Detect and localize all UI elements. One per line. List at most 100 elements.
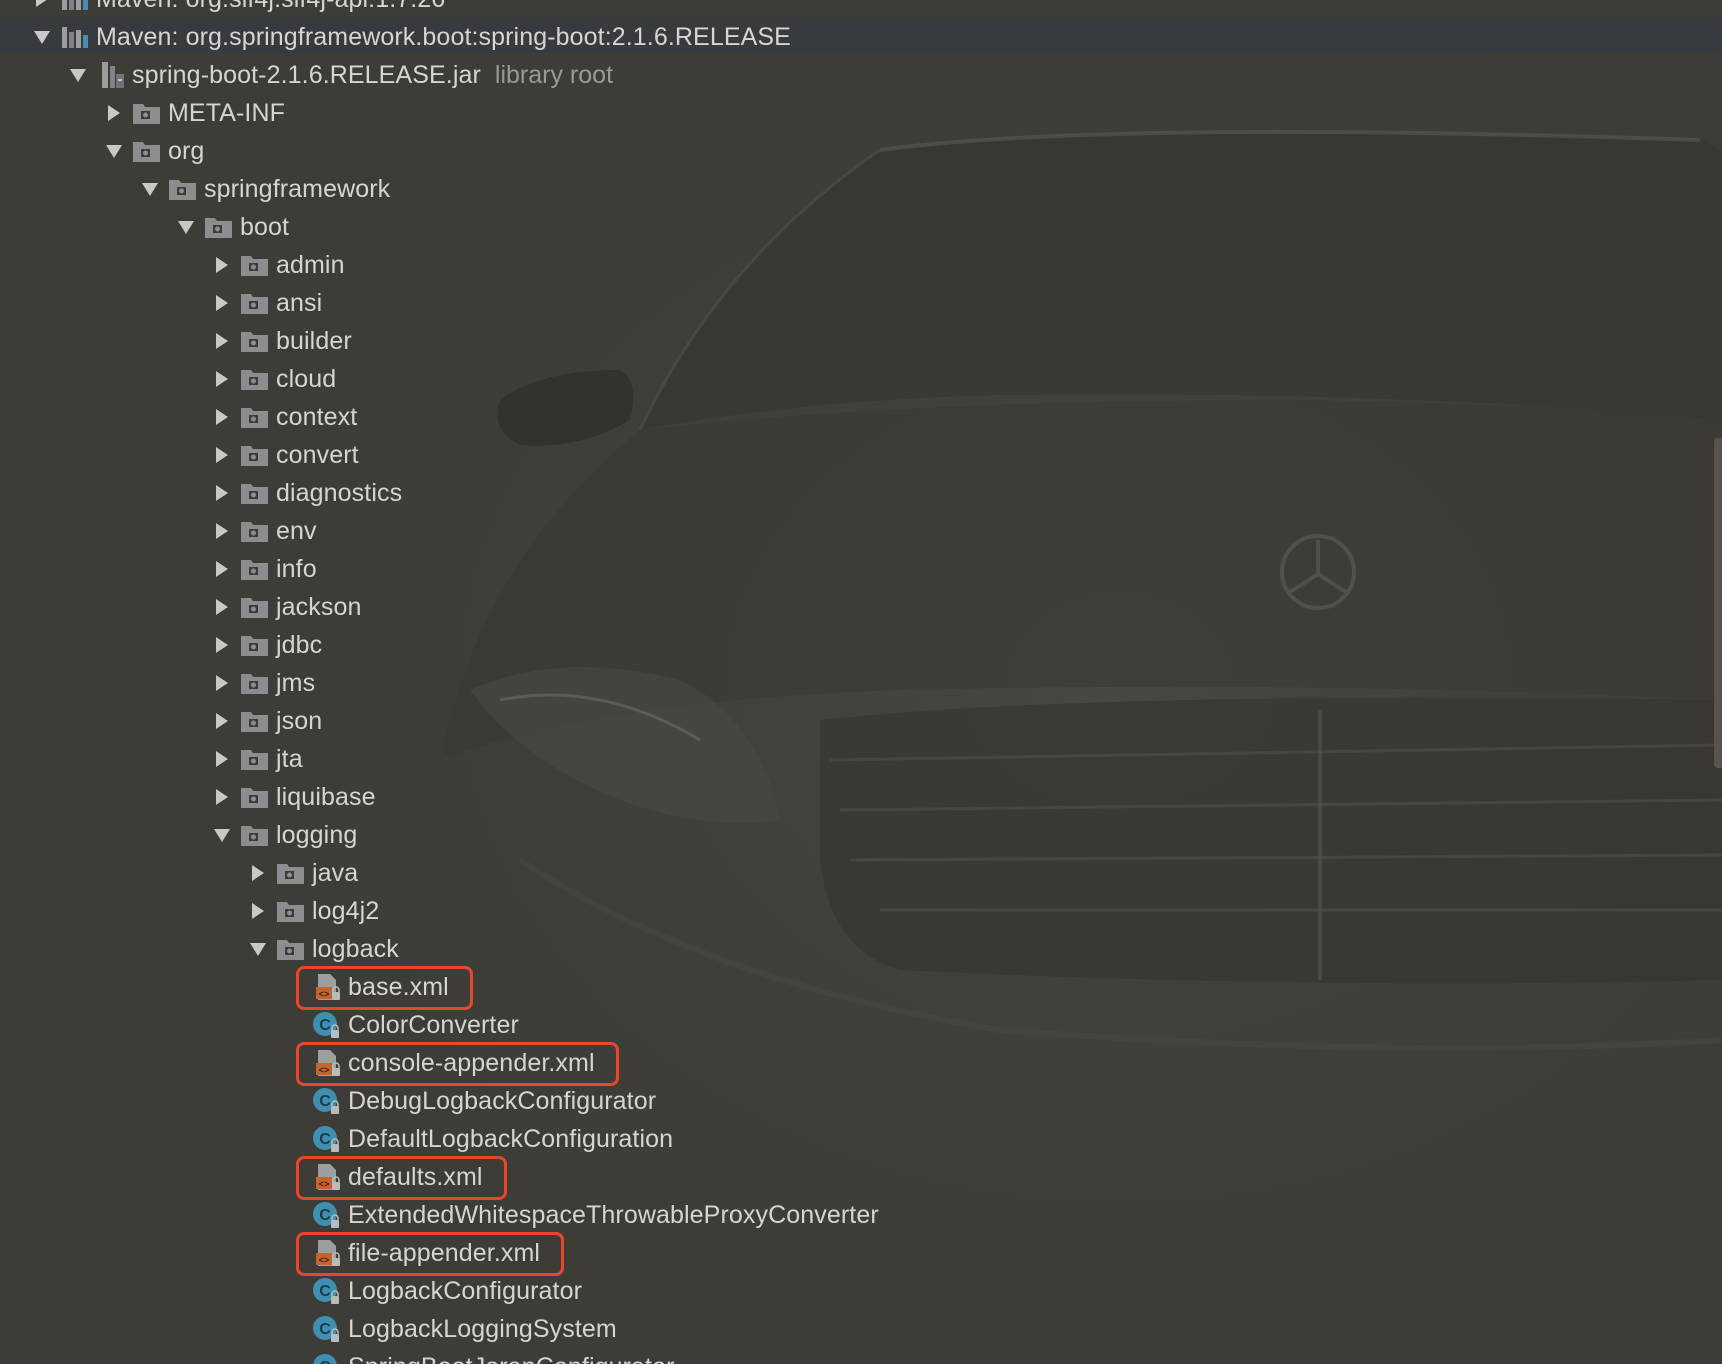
- tree-node-console-appender-xml[interactable]: <> console-appender.xml: [0, 1044, 1722, 1082]
- tree-node-maven-org-slf4j-slf4j-api-1-7-26[interactable]: Maven: org.slf4j:slf4j-api:1.7.26: [0, 0, 1722, 18]
- package-icon: [240, 246, 272, 284]
- package-icon: [240, 626, 272, 664]
- collapse-arrow-right-icon[interactable]: [204, 626, 240, 664]
- tree-node-extendedwhitespacethrowableproxyconverter[interactable]: C ExtendedWhitespaceThrowableProxyConvert…: [0, 1196, 1722, 1234]
- collapse-arrow-right-icon[interactable]: [204, 360, 240, 398]
- svg-text:C: C: [319, 1131, 331, 1148]
- collapse-arrow-right-icon[interactable]: [204, 512, 240, 550]
- tree-node-meta-inf[interactable]: META-INF: [0, 94, 1722, 132]
- tree-node-springbootjoranconfigurator[interactable]: C SpringBootJoranConfigurator: [0, 1348, 1722, 1364]
- tree-node-label: admin: [276, 251, 345, 279]
- tree-node-context[interactable]: context: [0, 398, 1722, 436]
- collapse-arrow-right-icon[interactable]: [204, 284, 240, 322]
- tree-node-maven-org-springframework-boot-spring-boot-2-1-6-release[interactable]: Maven: org.springframework.boot:spring-b…: [0, 18, 1722, 56]
- svg-text:<>: <>: [319, 1256, 330, 1266]
- tree-node-env[interactable]: env: [0, 512, 1722, 550]
- expand-arrow-down-icon[interactable]: [204, 816, 240, 854]
- tree-node-convert[interactable]: convert: [0, 436, 1722, 474]
- tree-node-liquibase[interactable]: liquibase: [0, 778, 1722, 816]
- tree-node-label: json: [276, 707, 323, 735]
- collapse-arrow-right-icon[interactable]: [204, 740, 240, 778]
- tree-node-label: LogbackLoggingSystem: [348, 1315, 617, 1343]
- collapse-arrow-right-icon[interactable]: [24, 0, 60, 18]
- tree-node-boot[interactable]: boot: [0, 208, 1722, 246]
- collapse-arrow-right-icon[interactable]: [204, 322, 240, 360]
- tree-node-jdbc[interactable]: jdbc: [0, 626, 1722, 664]
- tree-node-jackson[interactable]: jackson: [0, 588, 1722, 626]
- tree-node-cloud[interactable]: cloud: [0, 360, 1722, 398]
- expand-arrow-down-icon[interactable]: [240, 930, 276, 968]
- tree-node-defaultlogbackconfiguration[interactable]: C DefaultLogbackConfiguration: [0, 1120, 1722, 1158]
- package-icon: [276, 892, 308, 930]
- tree-node-jms[interactable]: jms: [0, 664, 1722, 702]
- tree-node-logback[interactable]: logback: [0, 930, 1722, 968]
- tree-node-springframework[interactable]: springframework: [0, 170, 1722, 208]
- tree-node-label: defaults.xml: [348, 1163, 483, 1191]
- tree-node-label: info: [276, 555, 317, 583]
- library-icon: [60, 0, 92, 18]
- tree-node-label: DefaultLogbackConfiguration: [348, 1125, 674, 1153]
- tree-node-logbackloggingsystem[interactable]: C LogbackLoggingSystem: [0, 1310, 1722, 1348]
- tree-node-info[interactable]: info: [0, 550, 1722, 588]
- tree-node-spring-boot-2-1-6-release-jar[interactable]: spring-boot-2.1.6.RELEASE.jar library roo…: [0, 56, 1722, 94]
- tree-node-label: java: [312, 859, 359, 887]
- class-icon: C: [312, 1348, 344, 1364]
- tree-node-logging[interactable]: logging: [0, 816, 1722, 854]
- package-icon: [240, 284, 272, 322]
- tree-node-java[interactable]: java: [0, 854, 1722, 892]
- tree-node-builder[interactable]: builder: [0, 322, 1722, 360]
- expand-arrow-down-icon[interactable]: [96, 132, 132, 170]
- collapse-arrow-right-icon[interactable]: [204, 588, 240, 626]
- collapse-arrow-right-icon[interactable]: [240, 892, 276, 930]
- collapse-arrow-right-icon[interactable]: [240, 854, 276, 892]
- collapse-arrow-right-icon[interactable]: [204, 702, 240, 740]
- tree-node-colorconverter[interactable]: C ColorConverter: [0, 1006, 1722, 1044]
- tree-node-jta[interactable]: jta: [0, 740, 1722, 778]
- tree-node-logbackconfigurator[interactable]: C LogbackConfigurator: [0, 1272, 1722, 1310]
- tree-node-defaults-xml[interactable]: <> defaults.xml: [0, 1158, 1722, 1196]
- collapse-arrow-right-icon[interactable]: [204, 664, 240, 702]
- package-icon: [240, 512, 272, 550]
- package-icon: [240, 702, 272, 740]
- collapse-arrow-right-icon[interactable]: [204, 436, 240, 474]
- package-icon: [240, 664, 272, 702]
- collapse-arrow-right-icon[interactable]: [204, 474, 240, 512]
- tree-node-base-xml[interactable]: <> base.xml: [0, 968, 1722, 1006]
- package-icon: [240, 740, 272, 778]
- tree-node-admin[interactable]: admin: [0, 246, 1722, 284]
- svg-text:C: C: [319, 1359, 331, 1364]
- collapse-arrow-right-icon[interactable]: [204, 246, 240, 284]
- vertical-scrollbar[interactable]: [1714, 438, 1722, 768]
- tree-node-label: jta: [276, 745, 303, 773]
- tree-node-file-appender-xml[interactable]: <> file-appender.xml: [0, 1234, 1722, 1272]
- collapse-arrow-right-icon[interactable]: [204, 398, 240, 436]
- tree-node-log4j2[interactable]: log4j2: [0, 892, 1722, 930]
- tree-node-json[interactable]: json: [0, 702, 1722, 740]
- class-icon: C: [312, 1272, 344, 1310]
- tree-node-label: META-INF: [168, 99, 285, 127]
- collapse-arrow-right-icon[interactable]: [204, 550, 240, 588]
- tree-node-label: jackson: [276, 593, 362, 621]
- collapse-arrow-right-icon[interactable]: [204, 778, 240, 816]
- expand-arrow-down-icon[interactable]: [24, 18, 60, 56]
- tree-node-diagnostics[interactable]: diagnostics: [0, 474, 1722, 512]
- package-icon: [240, 398, 272, 436]
- tree-node-debuglogbackconfigurator[interactable]: C DebugLogbackConfigurator: [0, 1082, 1722, 1120]
- tree-node-hint: library root: [494, 61, 614, 89]
- tree-node-org[interactable]: org: [0, 132, 1722, 170]
- tree-node-label: Maven: org.springframework.boot:spring-b…: [96, 23, 791, 51]
- tree-node-label: jdbc: [276, 631, 323, 659]
- svg-text:<>: <>: [319, 990, 330, 1000]
- tree-node-label: ExtendedWhitespaceThrowableProxyConverte…: [348, 1201, 879, 1229]
- expand-arrow-down-icon[interactable]: [132, 170, 168, 208]
- class-icon: C: [312, 1196, 344, 1234]
- library-icon: [60, 18, 92, 56]
- tree-node-label: console-appender.xml: [348, 1049, 595, 1077]
- tree-node-label: logback: [312, 935, 399, 963]
- class-icon: C: [312, 1006, 344, 1044]
- tree-node-ansi[interactable]: ansi: [0, 284, 1722, 322]
- expand-arrow-down-icon[interactable]: [60, 56, 96, 94]
- tree-node-label: file-appender.xml: [348, 1239, 541, 1267]
- expand-arrow-down-icon[interactable]: [168, 208, 204, 246]
- collapse-arrow-right-icon[interactable]: [96, 94, 132, 132]
